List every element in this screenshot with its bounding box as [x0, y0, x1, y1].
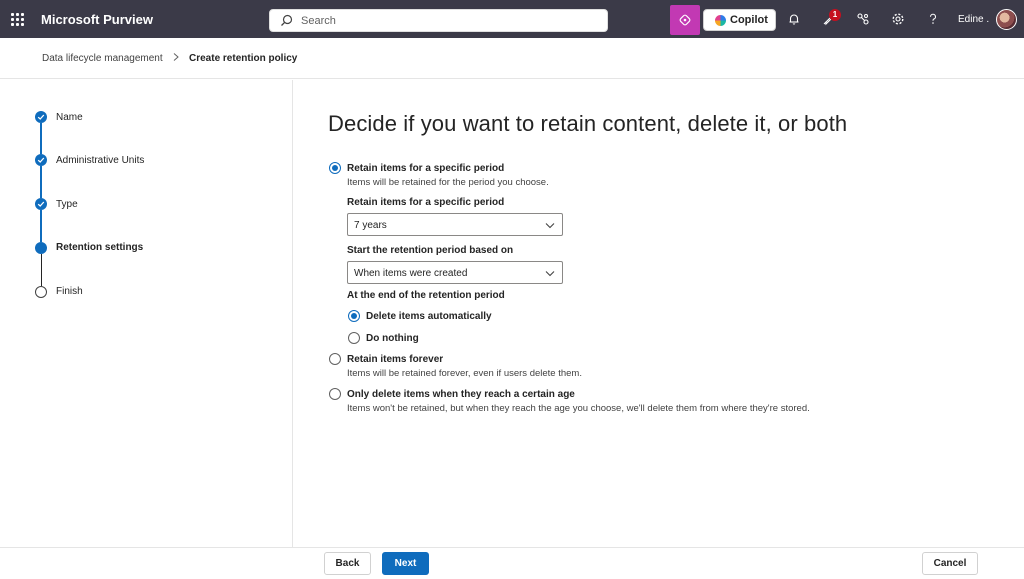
- breadcrumb-current: Create retention policy: [189, 53, 298, 64]
- breadcrumb-data-lifecycle[interactable]: Data lifecycle management: [42, 53, 163, 64]
- delete-only-radio[interactable]: [329, 388, 341, 400]
- notification-badge: 1: [829, 9, 841, 21]
- top-bar: Microsoft Purview Search Copilot 1 Edine…: [0, 0, 1024, 38]
- help-icon[interactable]: [926, 12, 940, 26]
- cancel-button[interactable]: Cancel: [922, 552, 978, 575]
- step-complete-icon: [35, 154, 47, 166]
- retain-specific-period-desc: Items will be retained for the period yo…: [347, 177, 549, 188]
- copilot-agent-button[interactable]: [670, 5, 700, 35]
- delete-automatically-label[interactable]: Delete items automatically: [366, 311, 492, 322]
- start-period-field-label: Start the retention period based on: [347, 245, 514, 256]
- breadcrumb: Data lifecycle management Create retenti…: [0, 38, 1024, 79]
- avatar[interactable]: [996, 9, 1017, 30]
- copilot-label: Copilot: [730, 14, 768, 26]
- connections-icon[interactable]: [856, 12, 870, 26]
- retain-period-value: 7 years: [354, 220, 387, 231]
- step-complete-icon: [35, 111, 47, 123]
- step-name: Name: [56, 112, 83, 123]
- back-button[interactable]: Back: [324, 552, 371, 575]
- step-connector: [41, 254, 42, 286]
- retain-forever-radio[interactable]: [329, 353, 341, 365]
- step-connector: [40, 210, 42, 242]
- chevron-down-icon: [545, 271, 555, 277]
- gear-icon[interactable]: [891, 12, 905, 26]
- wizard-footer: Back Next Cancel: [0, 547, 1024, 579]
- delete-only-label[interactable]: Only delete items when they reach a cert…: [347, 389, 575, 400]
- delete-only-desc: Items won't be retained, but when they r…: [347, 403, 810, 414]
- step-current-icon: [35, 242, 47, 254]
- start-period-value: When items were created: [354, 268, 468, 279]
- sparkle-icon: [679, 14, 691, 26]
- do-nothing-radio[interactable]: [348, 332, 360, 344]
- page-title: Decide if you want to retain content, de…: [328, 111, 848, 136]
- start-period-dropdown[interactable]: When items were created: [347, 261, 563, 284]
- step-administrative-units: Administrative Units: [56, 155, 145, 166]
- bell-icon[interactable]: [787, 12, 801, 26]
- step-connector: [40, 123, 42, 154]
- step-finish: Finish: [56, 286, 83, 297]
- chevron-down-icon: [545, 223, 555, 229]
- step-type: Type: [56, 199, 78, 210]
- delete-automatically-radio[interactable]: [348, 310, 360, 322]
- retain-specific-period-label[interactable]: Retain items for a specific period: [347, 163, 504, 174]
- step-retention-settings: Retention settings: [56, 242, 144, 253]
- copilot-button[interactable]: Copilot: [703, 9, 776, 31]
- do-nothing-label[interactable]: Do nothing: [366, 333, 419, 344]
- end-of-period-label: At the end of the retention period: [347, 290, 505, 301]
- step-complete-icon: [35, 198, 47, 210]
- wizard-stepper: Name Administrative Units Type Retention…: [0, 80, 293, 547]
- step-pending-icon: [35, 286, 47, 298]
- user-name[interactable]: Edine .: [958, 14, 989, 25]
- search-icon: [281, 14, 293, 26]
- search-placeholder: Search: [301, 15, 336, 27]
- app-launcher-icon[interactable]: [11, 13, 24, 26]
- copilot-logo-icon: [715, 15, 726, 26]
- app-title[interactable]: Microsoft Purview: [41, 12, 153, 27]
- search-input[interactable]: Search: [269, 9, 608, 32]
- retain-specific-period-radio[interactable]: [329, 162, 341, 174]
- step-connector: [40, 166, 42, 198]
- retain-period-dropdown[interactable]: 7 years: [347, 213, 563, 236]
- retain-period-field-label: Retain items for a specific period: [347, 197, 505, 208]
- retain-forever-desc: Items will be retained forever, even if …: [347, 368, 582, 379]
- retain-forever-label[interactable]: Retain items forever: [347, 354, 443, 365]
- next-button[interactable]: Next: [382, 552, 429, 575]
- chevron-right-icon: [173, 53, 179, 61]
